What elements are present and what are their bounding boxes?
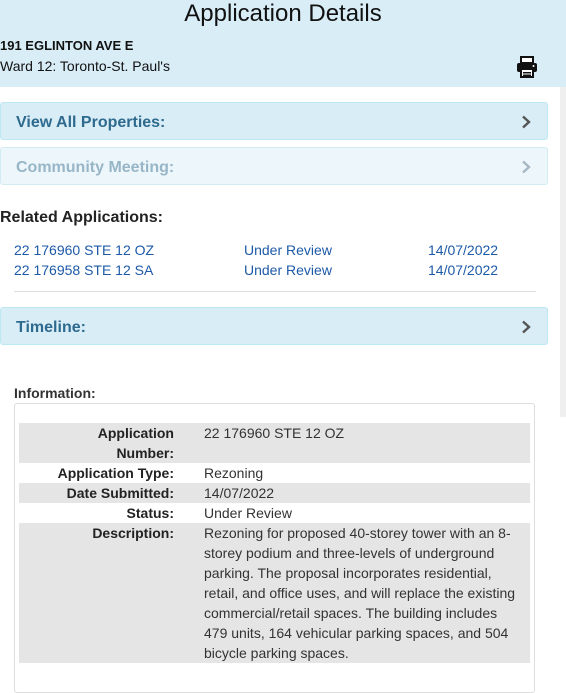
related-application-row[interactable]: 22 176960 STE 12 OZ Under Review 14/07/2…	[0, 242, 540, 262]
info-row-application-number: Application Number: 22 176960 STE 12 OZ	[19, 423, 530, 463]
chevron-right-icon	[522, 320, 531, 334]
timeline-label: Timeline:	[16, 319, 86, 336]
info-label: Application Number:	[97, 425, 174, 461]
page-scrollbar[interactable]	[560, 87, 566, 417]
view-all-properties-accordion[interactable]: View All Properties:	[0, 102, 548, 140]
property-address: 191 EGLINTON AVE E	[0, 38, 134, 53]
related-application-status[interactable]: Under Review	[244, 262, 332, 278]
related-application-status[interactable]: Under Review	[244, 242, 332, 258]
related-application-date[interactable]: 14/07/2022	[428, 262, 498, 278]
info-label: Status:	[126, 505, 174, 521]
info-row-status: Status: Under Review	[19, 503, 530, 523]
printer-icon	[517, 56, 537, 78]
info-label: Date Submitted:	[66, 485, 174, 501]
details-header: Application Details 191 EGLINTON AVE E W…	[0, 0, 566, 87]
info-value: 22 176960 STE 12 OZ	[204, 425, 345, 441]
chevron-right-icon	[522, 115, 531, 129]
chevron-right-icon	[522, 160, 531, 174]
info-label: Application Type:	[57, 465, 174, 481]
related-application-row[interactable]: 22 176958 STE 12 SA Under Review 14/07/2…	[0, 262, 540, 282]
info-row-application-type: Application Type: Rezoning	[19, 463, 530, 483]
info-label: Description:	[92, 525, 174, 541]
info-row-date-submitted: Date Submitted: 14/07/2022	[19, 483, 530, 503]
info-value: 14/07/2022	[204, 485, 275, 501]
information-title: Information:	[14, 385, 96, 401]
related-applications-title: Related Applications:	[0, 209, 163, 226]
section-divider	[14, 291, 536, 292]
community-meeting-accordion: Community Meeting:	[0, 147, 548, 185]
community-meeting-label: Community Meeting:	[16, 159, 175, 176]
related-application-number[interactable]: 22 176958 STE 12 SA	[14, 262, 153, 278]
ward-label: Ward 12: Toronto-St. Paul's	[0, 58, 170, 74]
info-value: Rezoning for proposed 40-storey tower wi…	[204, 525, 516, 661]
page-title: Application Details	[184, 0, 382, 27]
related-application-number[interactable]: 22 176960 STE 12 OZ	[14, 242, 154, 258]
timeline-accordion[interactable]: Timeline:	[0, 307, 548, 345]
print-button[interactable]	[515, 56, 539, 78]
info-value: Under Review	[204, 505, 292, 521]
related-application-date[interactable]: 14/07/2022	[428, 242, 498, 258]
info-row-description: Description: Rezoning for proposed 40-st…	[19, 523, 530, 663]
info-value: Rezoning	[204, 465, 264, 481]
view-all-properties-label: View All Properties:	[16, 114, 166, 131]
